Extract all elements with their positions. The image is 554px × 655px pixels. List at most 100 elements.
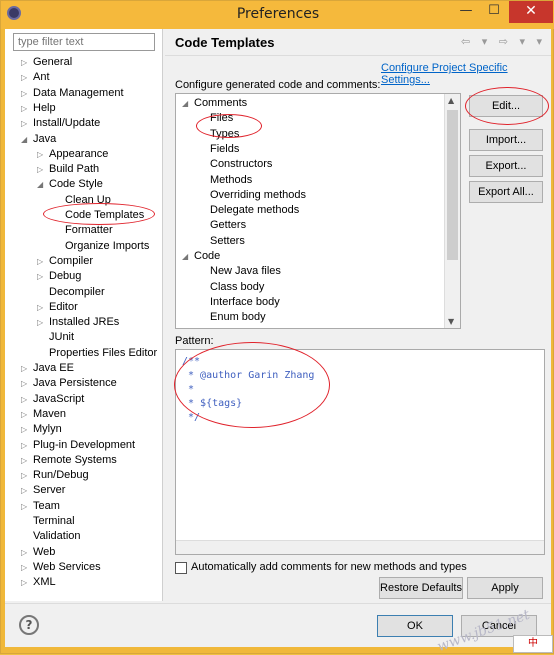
dialog-client: ▷General▷Ant▷Data Management▷Help▷Instal… bbox=[5, 29, 551, 655]
expanded-arrow-icon[interactable]: ◢ bbox=[37, 177, 47, 192]
tree-item-label: Build Path bbox=[49, 163, 100, 176]
scroll-up-icon[interactable]: ▲ bbox=[448, 96, 454, 105]
apply-button[interactable]: Apply bbox=[467, 577, 543, 599]
tree-item-label: Java Persistence bbox=[33, 377, 117, 390]
expanded-arrow-icon[interactable]: ◢ bbox=[182, 249, 192, 264]
history-nav-icons[interactable]: ⇦ ▾ ⇨ ▾ ▾ bbox=[461, 35, 546, 48]
import-button[interactable]: Import... bbox=[469, 129, 543, 151]
code-templates-page: Code Templates ⇦ ▾ ⇨ ▾ ▾ Configure Proje… bbox=[165, 29, 551, 601]
collapsed-arrow-icon[interactable]: ▷ bbox=[21, 361, 31, 376]
minimize-button[interactable]: — bbox=[453, 1, 479, 23]
tree-item-label: Properties Files Editor bbox=[49, 346, 158, 359]
preferences-window: Preferences — ☐ ✕ ▷General▷Ant▷Data Mana… bbox=[0, 0, 554, 655]
template-item-label: Interface body bbox=[210, 295, 280, 308]
tree-item-label: Terminal bbox=[33, 515, 75, 527]
tree-item-label: Data Management bbox=[33, 86, 124, 99]
template-tree[interactable]: ◢ Comments Files Types Fields Constructors Met… bbox=[175, 93, 461, 329]
ime-indicator: 中 bbox=[513, 635, 553, 653]
page-title: Code Templates bbox=[175, 35, 275, 50]
collapsed-arrow-icon[interactable]: ▷ bbox=[37, 162, 47, 177]
template-item-label: Constructors bbox=[210, 158, 273, 171]
template-item-label: New Java files bbox=[210, 265, 281, 278]
template-item-label: Enum body bbox=[210, 311, 266, 324]
collapsed-arrow-icon[interactable]: ▷ bbox=[21, 545, 31, 560]
scroll-thumb[interactable] bbox=[447, 110, 458, 260]
tree-item-label: Java bbox=[33, 132, 57, 145]
collapsed-arrow-icon[interactable]: ▷ bbox=[21, 376, 31, 391]
collapsed-arrow-icon[interactable]: ▷ bbox=[21, 422, 31, 437]
collapsed-arrow-icon[interactable]: ▷ bbox=[21, 483, 31, 498]
filter-input[interactable] bbox=[13, 33, 155, 51]
help-icon[interactable]: ? bbox=[19, 615, 39, 635]
collapsed-arrow-icon[interactable]: ▷ bbox=[21, 438, 31, 453]
template-item-label: Methods bbox=[210, 173, 253, 186]
tree-item-label: Web Services bbox=[33, 560, 101, 573]
collapsed-arrow-icon[interactable]: ▷ bbox=[37, 315, 47, 330]
collapsed-arrow-icon[interactable]: ▷ bbox=[21, 453, 31, 468]
collapsed-arrow-icon[interactable]: ▷ bbox=[21, 101, 31, 116]
tree-item-label: Mylyn bbox=[33, 423, 62, 436]
close-button[interactable]: ✕ bbox=[509, 1, 553, 23]
tree-item-label: Editor bbox=[49, 300, 78, 313]
annotation-circle-types bbox=[196, 114, 262, 138]
tree-item-label: Installed JREs bbox=[49, 316, 120, 329]
tree-item-label: Compiler bbox=[49, 254, 94, 267]
collapsed-arrow-icon[interactable]: ▷ bbox=[21, 55, 31, 70]
tree-item-label: Ant bbox=[33, 71, 50, 84]
tree-item-label: Code Style bbox=[49, 178, 103, 191]
collapsed-arrow-icon[interactable]: ▷ bbox=[21, 392, 31, 407]
tree-item-label: Maven bbox=[33, 407, 67, 420]
collapsed-arrow-icon[interactable]: ▷ bbox=[37, 254, 47, 269]
template-item-label: Comments bbox=[194, 97, 248, 109]
tree-item-label: Decompiler bbox=[49, 285, 105, 298]
tree-item-label: Remote Systems bbox=[33, 453, 117, 466]
template-item-label: Class body bbox=[210, 280, 265, 293]
restore-defaults-button[interactable]: Restore Defaults bbox=[379, 577, 463, 599]
auto-comments-label: Automatically add comments for new metho… bbox=[191, 561, 467, 573]
tree-item-label: Java EE bbox=[33, 362, 74, 374]
template-tree-scrollbar[interactable]: ▲ ▼ bbox=[444, 94, 460, 328]
template-item-label: Overriding methods bbox=[210, 188, 306, 201]
title-bar[interactable]: Preferences — ☐ ✕ bbox=[1, 1, 554, 29]
tree-item-label: Debug bbox=[49, 270, 82, 283]
tree-item-label: General bbox=[33, 56, 73, 68]
tree-item-label: Plug-in Development bbox=[33, 438, 136, 451]
template-item-label: Setters bbox=[210, 234, 245, 247]
collapsed-arrow-icon[interactable]: ▷ bbox=[21, 575, 31, 590]
tree-item-label: Validation bbox=[33, 530, 81, 543]
pattern-label: Pattern: bbox=[175, 335, 214, 347]
collapsed-arrow-icon[interactable]: ▷ bbox=[21, 86, 31, 101]
tree-item-label: Formatter bbox=[65, 224, 113, 237]
auto-comments-checkbox[interactable] bbox=[175, 562, 187, 574]
annotation-circle-code-templates bbox=[43, 203, 155, 225]
pattern-hscrollbar[interactable] bbox=[176, 540, 544, 554]
collapsed-arrow-icon[interactable]: ▷ bbox=[37, 269, 47, 284]
project-settings-link[interactable]: Configure Project Specific Settings... bbox=[381, 62, 551, 86]
annotation-circle-pattern bbox=[174, 342, 330, 428]
tree-item-label: Organize Imports bbox=[65, 239, 150, 252]
collapsed-arrow-icon[interactable]: ▷ bbox=[37, 147, 47, 162]
annotation-circle-edit bbox=[465, 87, 549, 125]
tree-item-label: JUnit bbox=[49, 331, 75, 344]
collapsed-arrow-icon[interactable]: ▷ bbox=[21, 560, 31, 575]
scroll-down-icon[interactable]: ▼ bbox=[448, 317, 454, 326]
export-button[interactable]: Export... bbox=[469, 155, 543, 177]
title-divider bbox=[165, 55, 551, 56]
tree-item-label: Help bbox=[33, 101, 56, 114]
tree-item-label: Appearance bbox=[49, 147, 109, 160]
collapsed-arrow-icon[interactable]: ▷ bbox=[21, 70, 31, 85]
configure-label: Configure generated code and comments: bbox=[175, 79, 381, 91]
collapsed-arrow-icon[interactable]: ▷ bbox=[21, 407, 31, 422]
ok-button[interactable]: OK bbox=[377, 615, 453, 637]
export-all-button[interactable]: Export All... bbox=[469, 181, 543, 203]
collapsed-arrow-icon[interactable]: ▷ bbox=[21, 468, 31, 483]
expanded-arrow-icon[interactable]: ◢ bbox=[182, 96, 192, 111]
maximize-button[interactable]: ☐ bbox=[481, 1, 507, 23]
preference-tree-pane: ▷General▷Ant▷Data Management▷Help▷Instal… bbox=[5, 29, 163, 601]
expanded-arrow-icon[interactable]: ◢ bbox=[21, 132, 31, 147]
tree-item-label: Web bbox=[33, 545, 56, 558]
collapsed-arrow-icon[interactable]: ▷ bbox=[21, 499, 31, 514]
pattern-editor[interactable]: /** * @author Garin Zhang * * ${tags} */ bbox=[174, 342, 545, 555]
collapsed-arrow-icon[interactable]: ▷ bbox=[37, 300, 47, 315]
collapsed-arrow-icon[interactable]: ▷ bbox=[21, 116, 31, 131]
